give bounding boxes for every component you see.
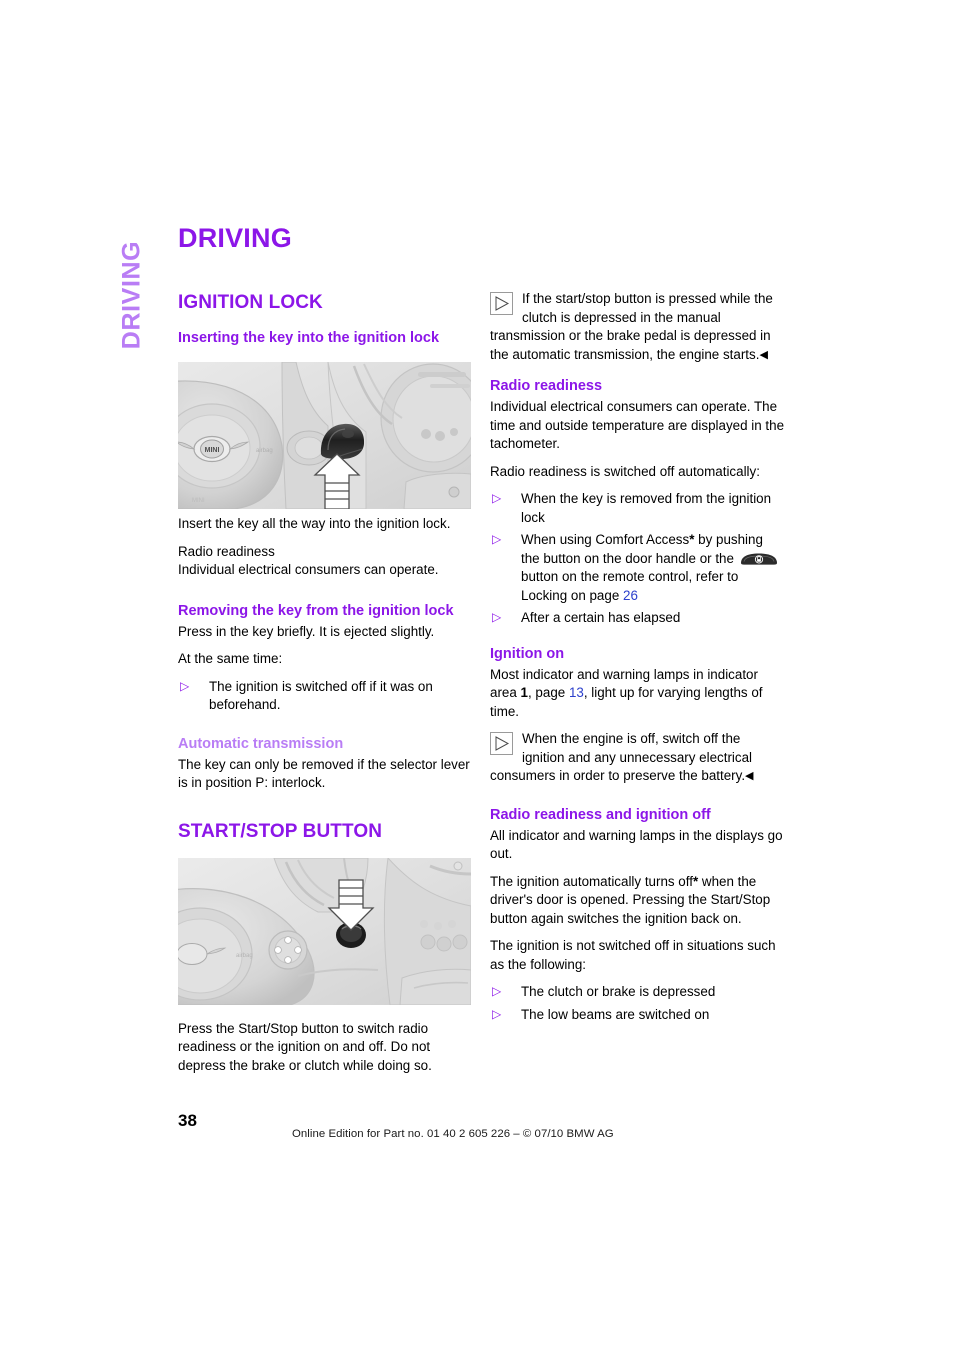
bullet-triangle-icon: ▷	[492, 532, 502, 546]
note-text: When the engine is off, switch off the i…	[490, 731, 753, 783]
list-item-label: The ignition is switched off if it was o…	[209, 678, 433, 713]
note-triangle-icon	[490, 732, 513, 755]
subheading-removing-key: Removing the key from the ignition lock	[178, 602, 454, 619]
list-item: ▷ The clutch or brake is depressed	[490, 983, 785, 1002]
svg-text:MINI: MINI	[205, 447, 220, 454]
note-block-start-stop: If the start/stop button is pressed whil…	[490, 290, 785, 364]
subheading-radio-readiness: Radio readiness	[490, 378, 603, 394]
subheading-automatic-transmission: Automatic transmission	[178, 735, 344, 752]
svg-text:airbag: airbag	[256, 448, 273, 454]
paragraph-ignition-on: Most indicator and warning lamps in indi…	[490, 666, 785, 722]
page-number: 38	[178, 1111, 197, 1130]
list-item: ▷ When the key is removed from the ignit…	[490, 490, 785, 527]
figure-ignition-lock-photo: MINI airbag MINI	[178, 362, 471, 509]
page-title: DRIVING	[178, 223, 292, 253]
note-end-mark: ◀	[759, 348, 768, 361]
paragraph-insert-key: Insert the key all the way into the igni…	[178, 516, 451, 532]
bullet-triangle-icon: ▷	[492, 984, 502, 998]
paragraph-radio-readiness-2: Radio readiness is switched off automati…	[490, 463, 760, 479]
bullet-list-radio-readiness: ▷ When the key is removed from the ignit…	[490, 490, 785, 628]
paragraph-lamps-go-out: All indicator and warning lamps in the d…	[490, 827, 783, 862]
chapter-tab-label: DRIVING	[117, 240, 146, 350]
figure-start-stop-button-photo: airbag	[178, 858, 471, 1005]
bullet-list-removing-key: ▷ The ignition is switched off if it was…	[178, 678, 473, 715]
radio-readiness-line-2: Individual electrical consumers can oper…	[178, 562, 439, 578]
note-block-ignition-off: When the engine is off, switch off the i…	[490, 730, 785, 786]
page-reference-link[interactable]: 26	[623, 588, 638, 603]
paragraph-part-2: , page	[527, 685, 569, 700]
bullet-list-ignition-off-exceptions: ▷ The clutch or brake is depressed ▷ The…	[490, 983, 785, 1024]
list-item-label: After a certain has elapsed	[521, 610, 681, 625]
list-item: ▷ When using Comfort Access* by pushing …	[490, 531, 785, 605]
chapter-tab: DRIVING	[112, 225, 152, 365]
svg-text:MINI: MINI	[192, 498, 205, 504]
list-item-label: When the key is removed from the ignitio…	[521, 491, 772, 525]
note-triangle-icon	[490, 292, 513, 315]
paragraph-automatic-transmission: The key can only be removed if the selec…	[178, 756, 470, 791]
bullet-triangle-icon: ▷	[492, 610, 502, 624]
list-item-label-part1: When using Comfort Access	[521, 532, 690, 547]
right-column: If the start/stop button is pressed whil…	[490, 290, 785, 1033]
page-reference-link[interactable]: 13	[569, 685, 584, 700]
note-text: If the start/stop button is pressed whil…	[490, 291, 773, 362]
paragraph-ignition-auto-off: The ignition automatically turns off* wh…	[490, 873, 785, 929]
bullet-triangle-icon: ▷	[180, 678, 190, 693]
list-item: ▷ The low beams are switched on	[490, 1006, 785, 1025]
note-end-mark: ◀	[745, 770, 754, 782]
bullet-triangle-icon: ▷	[492, 491, 502, 505]
paragraph-part-1: The ignition automatically turns off	[490, 873, 693, 889]
paragraph-radio-readiness-1: Individual electrical consumers can oper…	[490, 399, 785, 451]
paragraph-not-switched-off: The ignition is not switched off in situ…	[490, 938, 776, 972]
paragraph-start-stop-usage: Press the Start/Stop button to switch ra…	[178, 1020, 432, 1073]
footer-edition-note: Online Edition for Part no. 01 40 2 605 …	[292, 1128, 614, 1140]
subheading-inserting-key: Inserting the key into the ignition lock	[178, 330, 440, 347]
list-item-label: The low beams are switched on	[521, 1006, 710, 1022]
list-item: ▷ After a certain has elapsed	[490, 609, 785, 628]
radio-readiness-line-1: Radio readiness	[178, 543, 275, 559]
manual-page: DRIVING DRIVING IGNITION LOCK Inserting …	[0, 0, 954, 1350]
subheading-radio-readiness-ignition-off: Radio readiness and ignition off	[490, 806, 711, 823]
list-item-label: The clutch or brake is depressed	[521, 984, 716, 999]
svg-text:airbag: airbag	[236, 953, 253, 959]
indicator-area-number: 1	[520, 685, 528, 700]
paragraph-at-same-time: At the same time:	[178, 651, 283, 667]
list-item: ▷ The ignition is switched off if it was…	[178, 678, 473, 715]
subheading-ignition-on: Ignition on	[490, 645, 565, 662]
remote-control-lock-button-icon	[738, 551, 780, 566]
paragraph-press-key: Press in the key briefly. It is ejected …	[178, 623, 435, 639]
section-heading-ignition-lock: IGNITION LOCK	[178, 292, 323, 313]
bullet-triangle-icon: ▷	[492, 1006, 502, 1021]
section-heading-start-stop-button: START/STOP BUTTON	[178, 820, 383, 842]
